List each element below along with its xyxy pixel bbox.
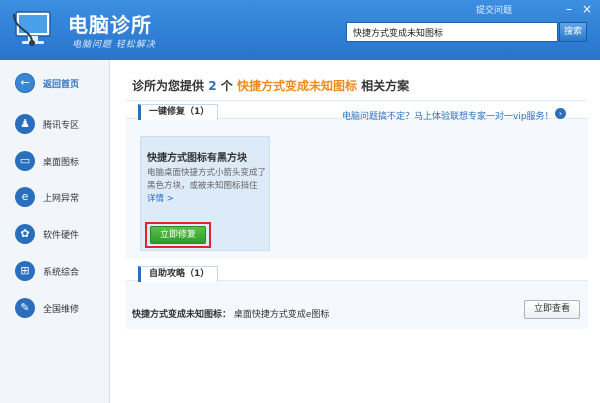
search-box [346,22,559,42]
chevron-right-icon[interactable]: › [555,108,566,119]
minimize-button[interactable]: – [562,2,576,16]
sidebar-item-software-hardware[interactable]: ✿ 软件硬件 [0,219,110,249]
guide-item: 快捷方式变成未知图标： 桌面快捷方式变成e图标 [132,307,329,320]
main-content: 诊所为您提供 2 个 快捷方式变成未知图标 相关方案 一键修复（1） 电脑问题搞… [110,60,600,403]
sidebar-item-label: 返回首页 [43,80,80,90]
divider [126,100,586,101]
result-keyword: 快捷方式变成未知图标 [236,79,357,93]
fix-card-description: 电脑桌面快捷方式小箭头变成了黑色方块，或被未知图标挡住 详情 > [147,167,267,206]
fix-now-button[interactable]: 立即修复 [150,226,206,244]
sidebar-item-home[interactable]: ← 返回首页 [0,68,110,98]
result-count-suffix: 个 [220,79,233,93]
quick-fix-tab: 一键修复（1） [138,104,219,120]
fix-card-text: 电脑桌面快捷方式小箭头变成了黑色方块，或被未知图标挡住 [147,168,267,191]
close-button[interactable]: × [580,2,594,16]
guide-text: 桌面快捷方式变成e图标 [233,310,330,320]
doctor-monitor-logo-icon [13,11,51,46]
details-link[interactable]: 详情 > [147,194,174,204]
sidebar-item-label: 桌面图标 [43,158,80,168]
browser-icon: e [15,187,35,207]
app-title: 电脑诊所 [68,13,152,37]
search-input[interactable] [347,23,559,41]
result-count: 2 [208,79,217,93]
sidebar-item-internet[interactable]: e 上网异常 [0,182,110,212]
windows-icon: ⊞ [15,261,35,281]
title-bar: 电脑诊所 电脑问题 轻松解决 提交问题 – × 搜索 [0,0,600,60]
sidebar-item-label: 全国维修 [43,305,80,315]
sidebar-item-tencent[interactable]: ♟ 腾讯专区 [0,109,110,139]
sidebar-item-label: 软件硬件 [43,231,80,241]
sidebar-item-label: 上网异常 [43,194,80,204]
sidebar-item-label: 系统综合 [43,268,80,278]
sidebar-item-desktop-icons[interactable]: ▭ 桌面图标 [0,146,110,176]
search-button[interactable]: 搜索 [559,22,587,42]
result-suffix: 相关方案 [361,79,410,93]
guide-title: 快捷方式变成未知图标： [132,310,232,320]
fix-card-title: 快捷方式图标有黑方块 [147,153,247,164]
back-arrow-icon: ← [15,73,35,93]
result-prefix: 诊所为您提供 [132,79,205,93]
submit-question-link[interactable]: 提交问题 [476,3,512,16]
sidebar-item-system[interactable]: ⊞ 系统综合 [0,256,110,286]
result-heading: 诊所为您提供 2 个 快捷方式变成未知图标 相关方案 [132,77,409,94]
penguin-icon: ♟ [15,114,35,134]
sidebar-item-label: 腾讯专区 [43,121,80,131]
wrench-icon: ✎ [15,298,35,318]
self-help-tab: 自助攻略（1） [138,266,219,282]
app-slogan: 电脑问题 轻松解决 [72,40,156,50]
vip-expert-link[interactable]: 电脑问题搞不定？马上体验联想专家一对一vip服务！ [342,109,554,122]
sidebar-item-repair[interactable]: ✎ 全国维修 [0,293,110,323]
gear-icon: ✿ [15,224,35,244]
self-help-section [126,280,588,329]
view-now-button[interactable]: 立即查看 [524,300,580,319]
monitor-icon: ▭ [15,151,35,171]
sidebar: ← 返回首页 ♟ 腾讯专区 ▭ 桌面图标 e 上网异常 ✿ 软件硬件 ⊞ 系统综… [0,60,110,403]
